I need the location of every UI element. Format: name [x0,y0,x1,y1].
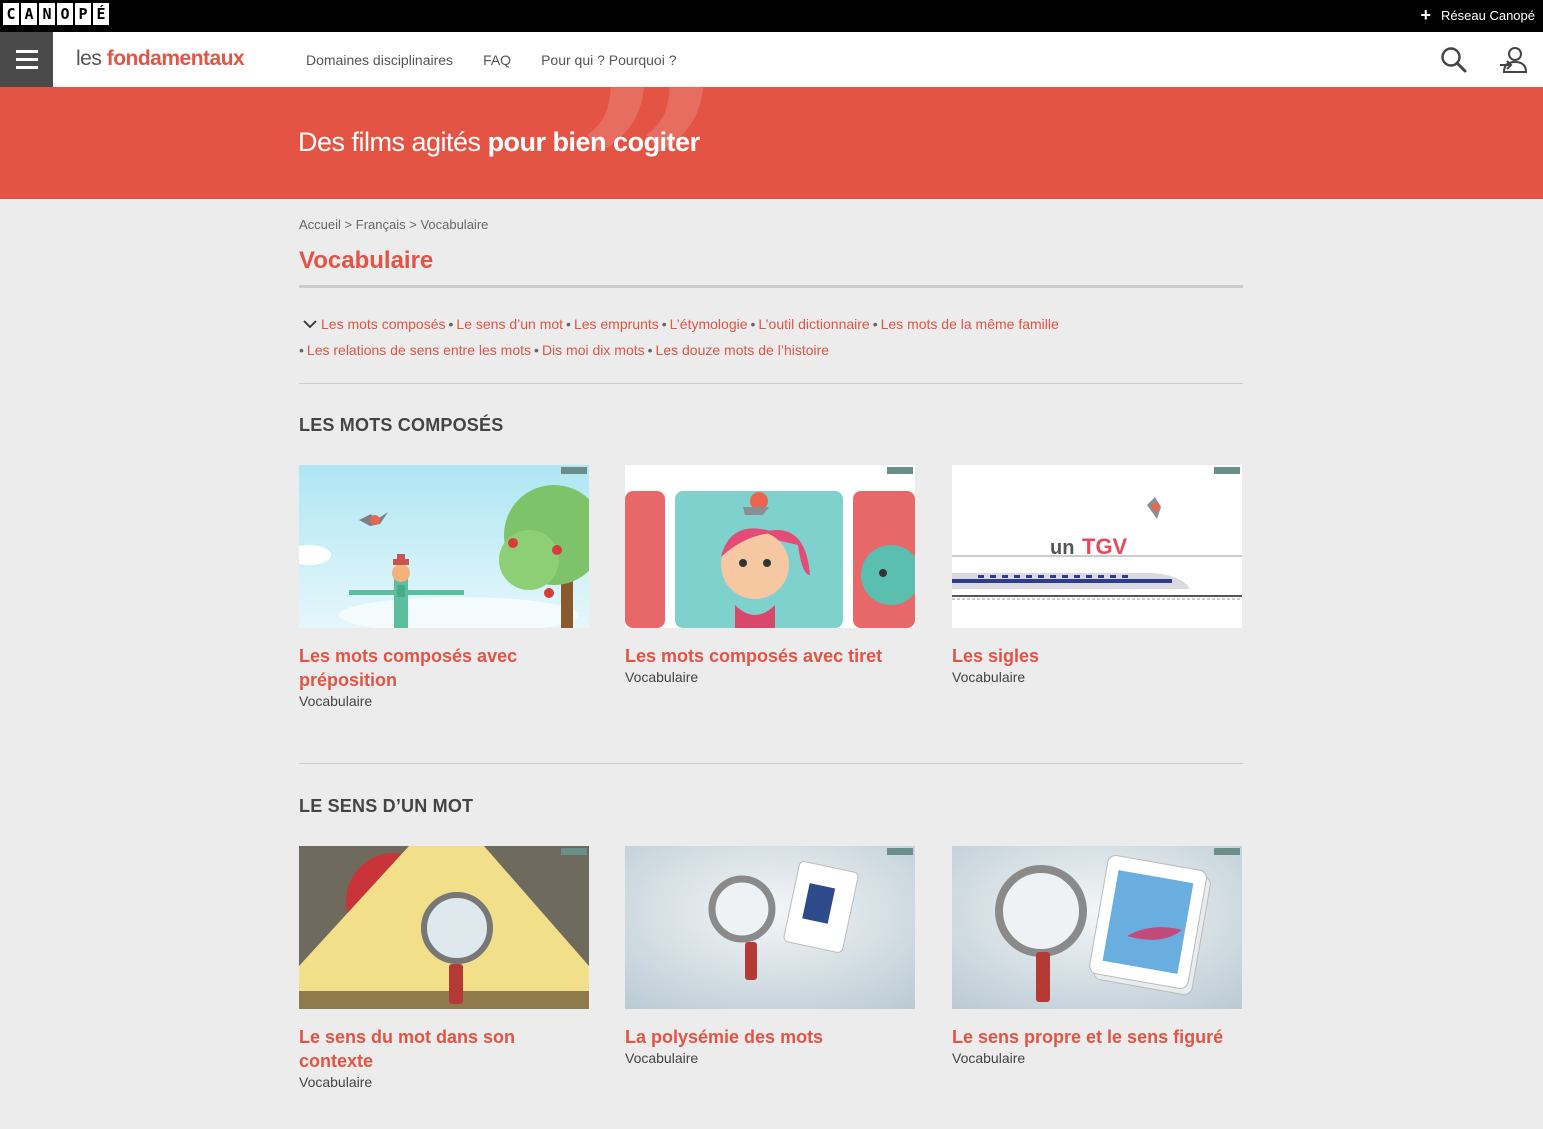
logo-letter: É [93,3,109,25]
bullet: • [299,342,304,358]
top-bar: C A N O P É + Réseau Canopé [0,0,1543,32]
bullet: • [647,342,653,358]
breadcrumb-separator: > [340,217,356,232]
title-divider [299,285,1243,288]
card-grid-mots-composes: Les mots composés avec préposition Vocab… [299,465,1243,725]
breadcrumb-accueil[interactable]: Accueil [299,217,341,232]
logo-letter: A [21,3,37,25]
brand-fondamentaux: fondamentaux [106,47,245,70]
subnav-link[interactable]: Les mots de la même famille [881,316,1059,332]
card-title[interactable]: Le sens propre et le sens figuré [952,1025,1242,1049]
subnav-link[interactable]: Les emprunts [574,316,659,332]
bullet: • [872,316,878,332]
brand-les: les [76,47,102,70]
video-thumbnail[interactable] [299,465,589,628]
canope-logo[interactable]: C A N O P É [3,3,109,25]
user-login-icon[interactable] [1498,45,1528,75]
menu-icon[interactable] [0,32,53,87]
breadcrumb-vocabulaire: Vocabulaire [420,217,489,232]
tagline-light: Des films agités [298,127,488,157]
plus-icon: + [1420,5,1432,25]
card-category: Vocabulaire [625,1050,699,1066]
subnav-link[interactable]: Les relations de sens entre les mots [307,342,531,358]
video-card[interactable]: Le sens du mot dans son contexte Vocabul… [299,846,589,1090]
video-card[interactable]: La polysémie des mots Vocabulaire [625,846,915,1066]
video-card[interactable]: Les mots composés avec préposition Vocab… [299,465,589,709]
subnav-link[interactable]: L’étymologie [670,316,748,332]
card-title[interactable]: Les sigles [952,644,1242,668]
card-grid-sens-mot: Le sens du mot dans son contexte Vocabul… [299,846,1243,1106]
card-title[interactable]: Les mots composés avec préposition [299,644,589,692]
chevron-down-icon[interactable] [299,318,321,332]
video-thumbnail[interactable] [625,846,915,1009]
reseau-canope-label: Réseau Canopé [1441,7,1535,23]
logo-letter: C [3,3,19,25]
bullet: • [566,316,571,332]
main-menu: Domaines disciplinaires FAQ Pour qui ? P… [306,52,677,68]
card-category: Vocabulaire [299,1074,373,1090]
subnav-link[interactable]: Le sens d’un mot [456,316,563,332]
bullet: • [750,316,756,332]
video-thumbnail[interactable] [299,846,589,1009]
logo-letter: O [57,3,73,25]
section-divider [299,763,1243,764]
menu-item-pour-qui[interactable]: Pour qui ? Pourquoi ? [541,52,676,68]
thumb-text-tgv: TGV [1082,534,1128,559]
breadcrumb: Accueil > Français > Vocabulaire [299,217,488,232]
menu-item-domaines[interactable]: Domaines disciplinaires [306,52,453,68]
breadcrumb-francais[interactable]: Français [356,217,406,232]
menu-item-faq[interactable]: FAQ [483,52,511,68]
card-title[interactable]: Le sens du mot dans son contexte [299,1025,589,1073]
banner-tagline: Des films agités pour bien cogiter [298,127,700,158]
section-divider [299,383,1243,384]
subnav-link[interactable]: Dis moi dix mots [542,342,645,358]
topic-subnav: Les mots composés • Le sens d’un mot • Les e… [299,311,1243,363]
page-title: Vocabulaire [299,247,434,274]
bullet: • [448,316,454,332]
bullet: • [661,316,667,332]
video-card[interactable]: Le sens propre et le sens figuré Vocabul… [952,846,1242,1066]
site-logo[interactable]: les fondamentaux [76,47,245,71]
subnav-link[interactable]: L’outil dictionnaire [758,316,869,332]
bullet: • [534,342,539,358]
card-category: Vocabulaire [625,669,699,685]
reseau-canope-link[interactable]: + Réseau Canopé [1421,6,1535,24]
video-card[interactable]: un TGV Les sigles Vocabulaire [952,465,1242,685]
video-card[interactable]: Les mots composés avec tiret Vocabulaire [625,465,915,685]
search-icon[interactable] [1439,45,1469,75]
section-title-sens-mot: LE SENS D’UN MOT [299,796,474,816]
hero-banner: ” Des films agités pour bien cogiter [0,87,1543,199]
card-title[interactable]: La polysémie des mots [625,1025,915,1049]
section-title-mots-composes: LES MOTS COMPOSÉS [299,415,504,435]
logo-letter: N [39,3,55,25]
main-navbar: les fondamentaux Domaines disciplinaires… [0,32,1543,87]
card-title[interactable]: Les mots composés avec tiret [625,644,915,668]
breadcrumb-separator: > [405,217,421,232]
subnav-link[interactable]: Les mots composés [321,316,446,332]
video-thumbnail[interactable] [625,465,915,628]
video-thumbnail[interactable]: un TGV [952,465,1242,628]
card-category: Vocabulaire [952,1050,1026,1066]
video-thumbnail[interactable] [952,846,1242,1009]
logo-letter: P [75,3,91,25]
subnav-link[interactable]: Les douze mots de l’histoire [656,342,830,358]
tagline-bold: pour bien cogiter [487,127,701,157]
card-category: Vocabulaire [952,669,1026,685]
card-category: Vocabulaire [299,693,373,709]
